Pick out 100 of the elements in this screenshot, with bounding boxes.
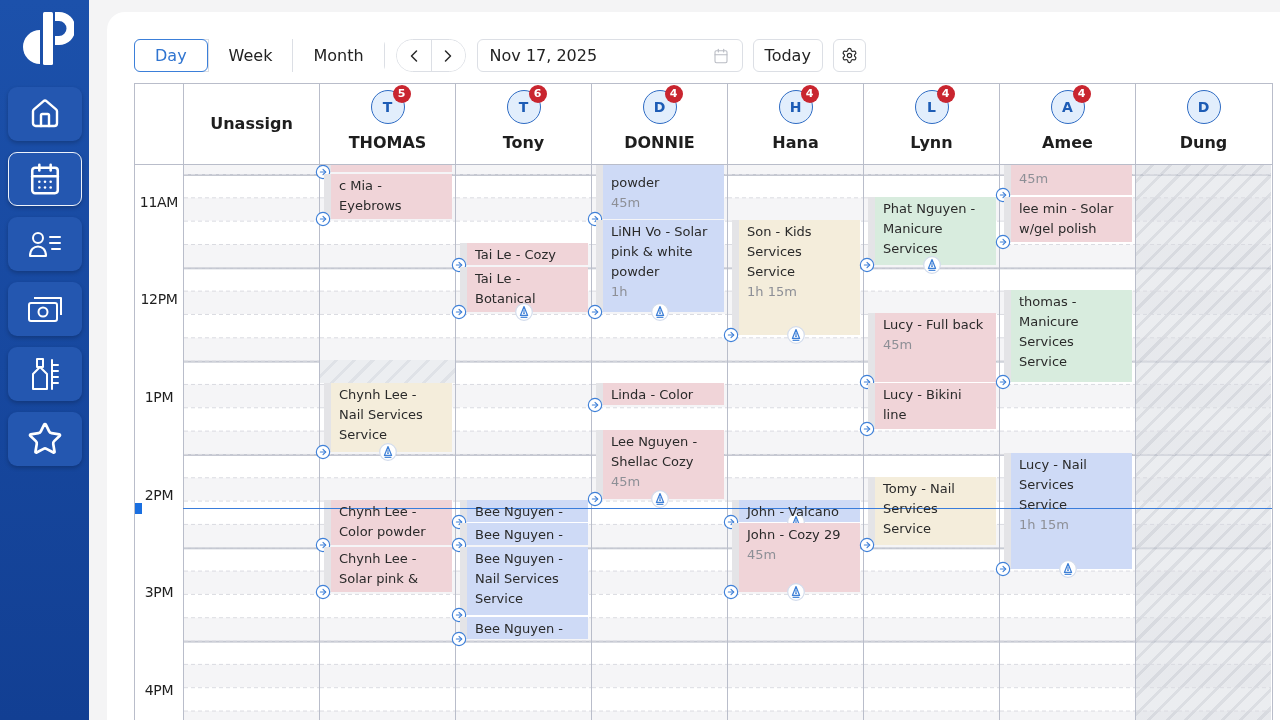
banknotes-icon [26, 295, 63, 323]
appointment-title: thomas - Manicure Services Service [1019, 293, 1080, 372]
appointment-card[interactable]: Bee Nguyen - Nail Services Service [460, 546, 588, 616]
appointment-title: LiNH Vo - Solar pink & white powder [611, 223, 709, 282]
appointment-title: Bee Nguyen - [475, 619, 565, 638]
appointment-duration: 1h 15m [1019, 516, 1070, 535]
today-button[interactable]: Today [752, 39, 823, 72]
settings-button[interactable] [832, 39, 866, 72]
appointment-duration: 45m [747, 546, 778, 565]
appointment-duration: 1h [611, 283, 629, 302]
appointment-card[interactable]: Bee Nguyen - [460, 500, 588, 522]
current-time-marker [135, 502, 142, 514]
arrow-circle-icon[interactable] [995, 560, 1011, 577]
nav-button[interactable] [7, 217, 82, 271]
arrow-circle-icon[interactable] [723, 327, 739, 344]
appointment-duration: 45m [1019, 170, 1050, 189]
arrow-circle-icon[interactable] [451, 630, 467, 647]
appointment-title: Bee Nguyen - [475, 503, 565, 522]
nav-button[interactable] [7, 412, 82, 466]
arrow-circle-icon[interactable] [859, 257, 875, 274]
nav-button[interactable] [7, 87, 82, 141]
appointment-title: powder [611, 173, 661, 192]
appointment-card[interactable]: thomas - Manicure Services Service [1004, 290, 1132, 382]
nav-button[interactable] [7, 347, 82, 401]
appointment-card[interactable]: Son - Kids Services Service 1h 15m [732, 220, 860, 336]
appointment-duration: 45m [883, 336, 914, 355]
appointment-card[interactable]: Chynh Lee - Nail Services Service [324, 383, 452, 452]
view-tab[interactable]: Week [207, 39, 293, 72]
staff-name: Amee [1042, 132, 1093, 153]
appointment-card[interactable]: Bee Nguyen - [460, 523, 588, 546]
arrow-circle-icon[interactable] [315, 584, 331, 600]
appointment-card[interactable]: Lee Nguyen - Shellac Cozy 45m [596, 430, 724, 499]
appointment-duration: 45m [611, 473, 642, 492]
date-field[interactable]: Nov 17, 2025 [476, 39, 743, 72]
arrow-circle-icon[interactable] [859, 420, 875, 437]
appointment-title: c Mia - Eyebrows [339, 176, 403, 215]
arrow-circle-icon[interactable] [315, 210, 331, 227]
appointment-title: John - Valcano [747, 503, 840, 522]
time-label: 12PM [140, 290, 178, 310]
arrow-circle-icon[interactable] [587, 490, 603, 507]
nav-button[interactable] [7, 152, 82, 206]
time-label: 11AM [139, 192, 179, 212]
appointment-card[interactable]: Bee Nguyen - [460, 616, 588, 639]
staff-name: DONNIE [624, 132, 695, 153]
count-badge: 5 [392, 84, 411, 103]
settings-icon [840, 47, 858, 64]
appointment-card[interactable]: LiNH Vo - Solar pink & white powder 1h [596, 220, 724, 312]
appointment-card[interactable]: Tai Le - Botanical [460, 266, 588, 312]
staff-name: THOMAS [348, 132, 427, 153]
arrow-circle-icon[interactable] [451, 304, 467, 320]
star-icon [26, 421, 63, 457]
staff-name: Hana [772, 132, 819, 153]
appointment-title: Lucy - Bikini line [883, 386, 963, 425]
arrow-circle-icon[interactable] [995, 374, 1011, 390]
appointment-card[interactable]: Tai Le - Cozy [460, 243, 588, 266]
time-label: 2PM [144, 485, 174, 505]
appointment-title: Phat Nguyen - Manicure Services [883, 199, 977, 258]
appointment-title: Chynh Lee - Nail Services Service [339, 386, 424, 445]
appointment-title: Bee Nguyen - [475, 526, 565, 545]
appointment-card[interactable]: John - Cozy 29 45m [732, 523, 860, 592]
arrow-circle-icon[interactable] [587, 397, 603, 414]
appointment-card[interactable]: c Mia - Eyebrows [324, 173, 452, 219]
appointment-card[interactable]: Chynh Lee - Solar pink & [324, 546, 452, 592]
appointment-title: John - Cozy 29 [747, 526, 842, 545]
staff-name: Dung [1179, 132, 1228, 153]
time-label: 4PM [144, 680, 174, 700]
nav-button[interactable] [7, 282, 82, 336]
nail-polish-icon [29, 357, 60, 391]
view-tab[interactable]: Month [292, 39, 384, 72]
arrow-circle-icon[interactable] [859, 537, 875, 554]
appointment-card[interactable]: lee min - Solar w/gel polish [1004, 196, 1132, 242]
appointment-card[interactable]: Chynh Lee - Color powder [324, 500, 452, 546]
time-label: 1PM [144, 387, 174, 407]
appointment-title: Linda - Color [611, 386, 695, 405]
appointment-card[interactable]: Phat Nguyen - Manicure Services [868, 196, 996, 266]
arrow-circle-icon[interactable] [995, 234, 1011, 250]
appointment-title: Lee Nguyen - Shellac Cozy [611, 433, 699, 472]
view-tab[interactable]: Day [134, 39, 208, 72]
appointment-card[interactable]: powder 45m [596, 164, 724, 219]
appointment-card[interactable]: Lucy - Full back 45m [868, 313, 996, 382]
contact-list-icon [27, 229, 62, 259]
appointment-card[interactable]: Linda - Color [596, 383, 724, 406]
appointment-title: Lucy - Full back [883, 316, 985, 335]
appointment-title: Son - Kids Services Service [747, 223, 813, 282]
count-badge: 6 [528, 84, 547, 103]
appointment-title: Tai Le - Cozy [475, 246, 557, 265]
column-header: Unassign [183, 84, 319, 164]
staff-name: Tony [502, 132, 545, 153]
time-label: 3PM [144, 583, 174, 603]
count-badge: 4 [800, 84, 819, 103]
count-badge: 4 [936, 84, 955, 103]
appointment-title: Tai Le - Botanical [475, 269, 537, 308]
arrow-circle-icon[interactable] [587, 304, 603, 320]
avatar: D [1186, 89, 1221, 124]
appointment-title: lee min - Solar w/gel polish [1019, 199, 1115, 238]
arrow-circle-icon[interactable] [723, 584, 739, 600]
arrow-circle-icon[interactable] [315, 444, 331, 460]
count-badge: 4 [664, 84, 683, 103]
calendar-icon [712, 47, 729, 64]
appointment-card[interactable]: Lucy - Bikini line [868, 383, 996, 429]
